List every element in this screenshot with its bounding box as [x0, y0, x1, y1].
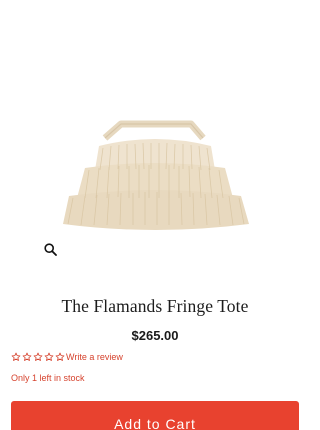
star-outline-icon — [33, 352, 43, 361]
stock-notice: Only 1 left in stock — [11, 373, 85, 383]
star-outline-icon — [55, 352, 65, 361]
write-review-link[interactable]: Write a review — [66, 352, 123, 362]
rating-row: Write a review — [11, 350, 123, 364]
zoom-button[interactable] — [40, 239, 60, 259]
magnifier-icon — [43, 242, 57, 256]
star-outline-icon — [22, 352, 32, 361]
product-title: The Flamands Fringe Tote — [61, 296, 249, 316]
star-outline-icon — [44, 352, 54, 361]
product-image — [55, 112, 255, 240]
star-rating — [11, 352, 65, 362]
add-to-cart-button[interactable]: Add to Cart — [11, 401, 299, 430]
fringe-tote-bag-image — [63, 120, 249, 230]
star-outline-icon — [11, 352, 21, 361]
product-price: $265.00 — [131, 328, 179, 343]
